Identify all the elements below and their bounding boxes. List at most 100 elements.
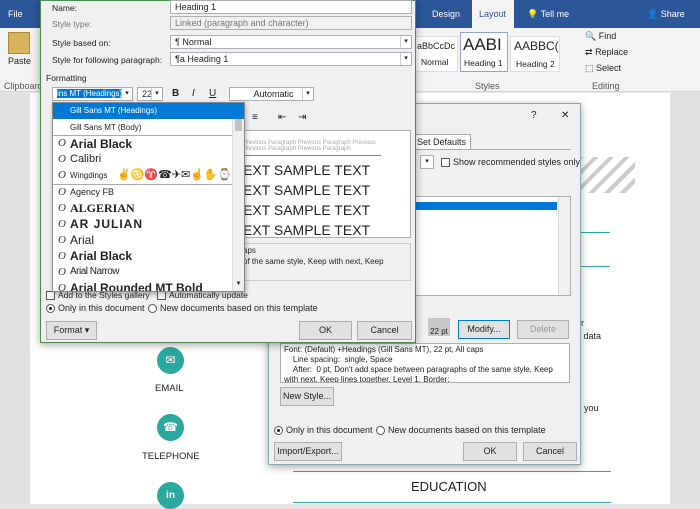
increase-indent-icon[interactable]: ⇥ [298, 112, 306, 123]
replace-icon: ⇄ [585, 47, 593, 57]
telephone-label: TELEPHONE [142, 451, 200, 462]
opentype-icon: O [58, 266, 66, 278]
font-item-gill-sans-body[interactable]: Gill Sans MT (Body) [53, 119, 244, 135]
font-item-ar-julian[interactable]: O AR JULIAN [53, 217, 244, 233]
radio-dot [148, 304, 157, 314]
opentype-icon: O [58, 186, 66, 198]
only-doc-radio[interactable]: Only in this document [274, 425, 373, 436]
name-input[interactable]: Heading 1 [170, 0, 412, 14]
line-spacing-icon[interactable]: ≡ [252, 112, 258, 123]
font-item-arial-black-2[interactable]: O Arial Black [53, 249, 244, 265]
font-name: Gill Sans MT (Headings) [70, 106, 157, 115]
font-item-arial-black[interactable]: O Arial Black [53, 136, 244, 152]
share-button[interactable]: 👤 Share [647, 9, 685, 20]
linkedin-icon: in [157, 482, 184, 509]
font-item-wingdings[interactable]: O Wingdings ✌♋♈☎✈✉☝✋⌚ [53, 168, 244, 184]
tab-layout-active[interactable]: Layout [472, 0, 514, 28]
font-name: Arial Black [70, 137, 133, 151]
chevron-down-icon: ▾ [84, 325, 90, 335]
font-item-algerian[interactable]: O ALGERIAN [53, 201, 244, 217]
desc-line: aps [243, 246, 256, 255]
email-icon: ✉ [157, 347, 184, 374]
font-item-arial-rounded[interactable]: O Arial Rounded MT Bold [53, 281, 244, 291]
checkbox-box [441, 158, 450, 168]
decorative-stripes [575, 157, 635, 193]
font-size-combo[interactable]: 22 ▾ [137, 87, 163, 101]
styles-listbox[interactable] [413, 196, 571, 296]
preview-pane: Previous Paragraph Previous Paragraph Pr… [240, 130, 411, 238]
new-style-button[interactable]: New Style... [280, 387, 334, 406]
font-combo[interactable]: ins MT (Headings) ▾ [52, 87, 133, 101]
select-button[interactable]: ⬚ Select [585, 63, 621, 74]
style-heading-1[interactable]: AABI Heading 1 [460, 32, 508, 72]
chevron-down-icon: ▾ [400, 36, 411, 48]
styles-scrollbar[interactable] [558, 197, 570, 295]
following-label: Style for following paragraph: [52, 55, 163, 65]
following-select[interactable]: ¶a Heading 1 ▾ [170, 52, 412, 66]
only-doc-radio[interactable]: Only in this document [46, 303, 145, 314]
font-name: Wingdings [70, 171, 108, 180]
style-h2-preview: AABBC( [514, 39, 559, 53]
tab-set-defaults[interactable]: Set Defaults [413, 134, 471, 149]
paste-icon[interactable] [8, 32, 30, 54]
modify-cancel-button[interactable]: Cancel [357, 321, 412, 340]
style-normal-preview: aBbCcDc [417, 41, 456, 51]
new-docs-radio[interactable]: New documents based on this template [148, 303, 318, 314]
paste-label[interactable]: Paste [8, 56, 31, 66]
size-preview: 22 pt [428, 318, 450, 336]
bold-button[interactable]: B [172, 88, 179, 99]
font-name: AR JULIAN [70, 217, 144, 231]
telephone-icon: ☎ [157, 414, 184, 441]
following-value: Heading 1 [187, 54, 229, 64]
underline-button[interactable]: U [209, 88, 216, 99]
style-normal[interactable]: aBbCcDc Normal [414, 36, 458, 72]
italic-button[interactable]: I [192, 88, 195, 99]
preview-sample: EXT SAMPLE TEXT [243, 202, 371, 218]
file-tab[interactable]: File [8, 9, 23, 19]
show-recommended-checkbox[interactable]: Show recommended styles only [441, 157, 580, 168]
font-item-arial-narrow[interactable]: O Arial Narrow [53, 265, 244, 281]
font-item-calibri[interactable]: O Calibri [53, 152, 244, 168]
font-dropdown-list[interactable]: ▲ ▼ Gill Sans MT (Headings) Gill Sans MT… [52, 102, 245, 292]
opentype-icon: O [58, 169, 66, 181]
font-name: Arial Black [70, 249, 133, 263]
format-button[interactable]: Format ▾ [46, 321, 97, 340]
checkbox-box [157, 291, 166, 301]
tell-me[interactable]: 💡 Tell me [527, 9, 569, 20]
find-button[interactable]: 🔍 Find [585, 31, 616, 42]
teal-rule [293, 471, 611, 472]
selected-style-row[interactable] [414, 202, 557, 210]
based-on-label: Style based on: [52, 38, 111, 48]
email-label: EMAIL [155, 383, 184, 394]
modify-ok-button[interactable]: OK [299, 321, 352, 340]
manage-ok-button[interactable]: OK [463, 442, 517, 461]
education-heading: EDUCATION [411, 479, 487, 494]
delete-button[interactable]: Delete [517, 320, 569, 339]
chevron-down-icon[interactable]: ▾ [420, 155, 434, 169]
help-icon[interactable]: ? [531, 110, 537, 121]
checkbox-box [46, 291, 55, 301]
select-label: Select [596, 63, 622, 73]
close-icon[interactable]: ✕ [561, 110, 569, 121]
font-item-gill-sans-headings[interactable]: Gill Sans MT (Headings) [53, 103, 244, 119]
replace-button[interactable]: ⇄ Replace [585, 47, 628, 58]
preview-prev-para: Previous Paragraph Previous Paragraph [243, 146, 351, 152]
chevron-down-icon: ▾ [400, 53, 411, 65]
manage-cancel-button[interactable]: Cancel [523, 442, 577, 461]
font-item-agency-fb[interactable]: O Agency FB [53, 185, 244, 201]
font-item-arial[interactable]: O Arial [53, 233, 244, 249]
style-heading-2[interactable]: AABBC( Heading 2 [510, 36, 560, 72]
replace-label: Replace [595, 47, 629, 57]
based-on-select[interactable]: ¶ Normal ▾ [170, 35, 412, 49]
decrease-indent-icon[interactable]: ⇤ [278, 112, 286, 123]
style-h2-name: Heading 2 [516, 59, 555, 69]
import-export-button[interactable]: Import/Export... [274, 442, 342, 461]
font-color-combo[interactable]: Automatic ▾ [229, 87, 314, 101]
format-label: Format [53, 325, 83, 335]
style-type-select[interactable]: Linked (paragraph and character) [170, 16, 412, 30]
modify-button[interactable]: Modify... [458, 320, 510, 339]
modify-description: aps of the same style, Keep with next, K… [240, 243, 411, 281]
tab-design[interactable]: Design [432, 9, 460, 19]
new-docs-radio[interactable]: New documents based on this template [376, 425, 546, 436]
formatting-label: Formatting [46, 73, 87, 83]
